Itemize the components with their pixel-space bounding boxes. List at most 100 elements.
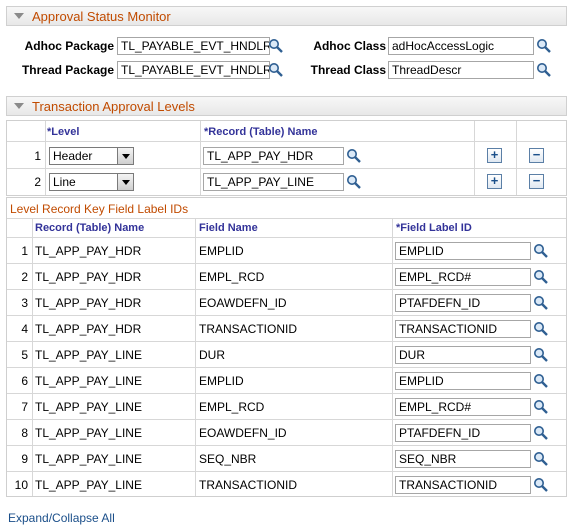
- grid-divider: [195, 218, 196, 496]
- field-label-lookup-icon[interactable]: [533, 451, 549, 467]
- add-row-button[interactable]: +: [487, 148, 502, 163]
- record-name-cell: TL_APP_PAY_HDR: [35, 296, 142, 310]
- row-number: 7: [21, 400, 28, 414]
- adhoc-package-input[interactable]: TL_PAYABLE_EVT_HNDLR: [117, 37, 270, 55]
- thread-package-lookup-icon[interactable]: [268, 62, 284, 78]
- field-label-id-input[interactable]: PTAFDEFN_ID: [395, 424, 531, 442]
- grid-divider: [7, 168, 566, 169]
- field-label-id-input[interactable]: TRANSACTIONID: [395, 320, 531, 338]
- field-label-id-input[interactable]: SEQ_NBR: [395, 450, 531, 468]
- row-number: 2: [34, 175, 41, 189]
- thread-class-input[interactable]: ThreadDescr: [388, 61, 534, 79]
- adhoc-class-lookup-icon[interactable]: [536, 38, 552, 54]
- field-label-lookup-icon[interactable]: [533, 321, 549, 337]
- field-label-id-input[interactable]: PTAFDEFN_ID: [395, 294, 531, 312]
- grid-divider: [474, 121, 475, 195]
- row-number: 6: [21, 374, 28, 388]
- record-name-cell: TL_APP_PAY_LINE: [35, 478, 142, 492]
- grid-divider: [7, 445, 566, 446]
- row-number: 1: [21, 244, 28, 258]
- field-label-id-input[interactable]: EMPL_RCD#: [395, 398, 531, 416]
- field-name-cell: EMPL_RCD: [199, 270, 265, 284]
- record-name-input[interactable]: TL_APP_PAY_LINE: [203, 173, 344, 191]
- record-name-cell: TL_APP_PAY_LINE: [35, 348, 142, 362]
- row-number: 9: [21, 452, 28, 466]
- field-name-cell: EOAWDEFN_ID: [199, 296, 287, 310]
- record-name-cell: TL_APP_PAY_HDR: [35, 322, 142, 336]
- field-label-lookup-icon[interactable]: [533, 243, 549, 259]
- row-number: 2: [21, 270, 28, 284]
- thread-package-label: Thread Package: [21, 63, 114, 77]
- field-name-cell: TRANSACTIONID: [199, 478, 298, 492]
- field-label-lookup-icon[interactable]: [533, 347, 549, 363]
- grid-divider: [7, 237, 566, 238]
- delete-row-button[interactable]: −: [529, 174, 544, 189]
- thread-class-lookup-icon[interactable]: [536, 62, 552, 78]
- field-name-cell: EOAWDEFN_ID: [199, 426, 287, 440]
- dropdown-arrow-icon[interactable]: [117, 174, 133, 190]
- adhoc-class-label: Adhoc Class: [313, 39, 386, 53]
- adhoc-package-label: Adhoc Package: [24, 39, 114, 53]
- record-name-input[interactable]: TL_APP_PAY_HDR: [203, 147, 344, 165]
- field-name-cell: EMPLID: [199, 244, 244, 258]
- adhoc-class-input[interactable]: adHocAccessLogic: [388, 37, 534, 55]
- field-name-cell: EMPL_RCD: [199, 400, 265, 414]
- grid-divider: [7, 419, 566, 420]
- grid-divider: [516, 121, 517, 195]
- field-label-id-input[interactable]: EMPL_RCD#: [395, 268, 531, 286]
- grid-divider: [7, 393, 566, 394]
- field-label-id-input[interactable]: TRANSACTIONID: [395, 476, 531, 494]
- transaction-approval-levels-header[interactable]: Transaction Approval Levels: [6, 96, 567, 116]
- record-name-cell: TL_APP_PAY_LINE: [35, 400, 142, 414]
- record-name-cell: TL_APP_PAY_LINE: [35, 426, 142, 440]
- key-field-grid: Level Record Key Field Label IDs Record …: [6, 197, 567, 497]
- grid-divider: [45, 121, 46, 195]
- collapse-triangle-icon[interactable]: [14, 103, 24, 109]
- record-lookup-icon[interactable]: [346, 148, 362, 164]
- approval-status-monitor-header[interactable]: Approval Status Monitor: [6, 6, 567, 26]
- row-number: 4: [21, 322, 28, 336]
- record-lookup-icon[interactable]: [346, 174, 362, 190]
- grid-divider: [7, 341, 566, 342]
- level-select-value: Line: [53, 175, 76, 189]
- add-row-button[interactable]: +: [487, 174, 502, 189]
- level-select-value: Header: [53, 149, 93, 163]
- level-select[interactable]: Line: [49, 173, 134, 191]
- grid-divider: [7, 141, 566, 142]
- row-number: 10: [14, 478, 28, 492]
- field-label-lookup-icon[interactable]: [533, 295, 549, 311]
- col-header-field-name: Field Name: [199, 222, 258, 234]
- grid-divider: [7, 218, 566, 219]
- col-header-field-label-id: *Field Label ID: [396, 222, 472, 234]
- level-select[interactable]: Header: [49, 147, 134, 165]
- field-label-id-input[interactable]: DUR: [395, 346, 531, 364]
- expand-collapse-all-link[interactable]: Expand/Collapse All: [8, 511, 115, 525]
- record-name-cell: TL_APP_PAY_LINE: [35, 452, 142, 466]
- field-name-cell: EMPLID: [199, 374, 244, 388]
- record-name-cell: TL_APP_PAY_LINE: [35, 374, 142, 388]
- dropdown-arrow-icon[interactable]: [117, 148, 133, 164]
- thread-package-input[interactable]: TL_PAYABLE_EVT_HNDLR: [117, 61, 270, 79]
- grid-divider: [7, 263, 566, 264]
- grid-divider: [7, 315, 566, 316]
- delete-row-button[interactable]: −: [529, 148, 544, 163]
- field-label-id-input[interactable]: EMPLID: [395, 372, 531, 390]
- row-number: 5: [21, 348, 28, 362]
- grid-divider: [200, 121, 201, 195]
- field-label-lookup-icon[interactable]: [533, 477, 549, 493]
- field-label-id-input[interactable]: EMPLID: [395, 242, 531, 260]
- thread-class-label: Thread Class: [310, 63, 386, 77]
- collapse-triangle-icon[interactable]: [14, 13, 24, 19]
- grid-divider: [7, 289, 566, 290]
- field-name-cell: DUR: [199, 348, 225, 362]
- row-number: 8: [21, 426, 28, 440]
- levels-grid: *Level *Record (Table) Name 1 Header TL_…: [6, 120, 567, 196]
- field-label-lookup-icon[interactable]: [533, 373, 549, 389]
- grid-divider: [7, 367, 566, 368]
- adhoc-package-lookup-icon[interactable]: [268, 38, 284, 54]
- field-label-lookup-icon[interactable]: [533, 269, 549, 285]
- field-label-lookup-icon[interactable]: [533, 425, 549, 441]
- field-label-lookup-icon[interactable]: [533, 399, 549, 415]
- row-number: 1: [34, 149, 41, 163]
- col-header-level: *Level: [47, 126, 80, 138]
